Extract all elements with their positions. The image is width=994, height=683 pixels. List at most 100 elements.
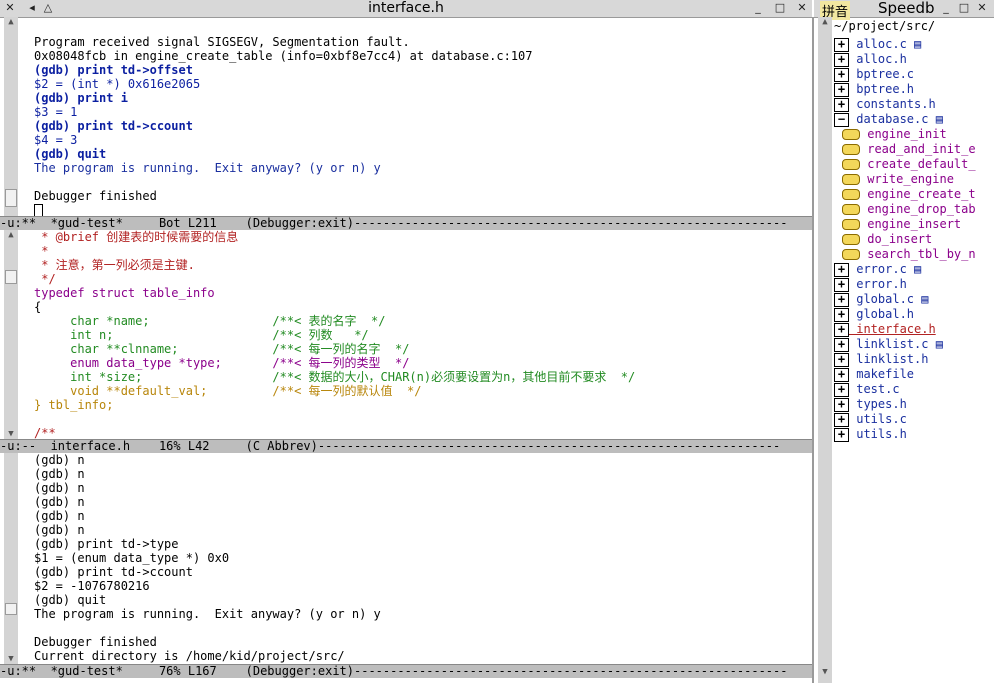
speedbar-file[interactable]: + types.h — [834, 397, 907, 412]
gdb-top-scrollbar[interactable]: ▲ — [4, 17, 18, 216]
speedbar-file[interactable]: + alloc.h — [834, 52, 907, 67]
speedbar-file[interactable]: + error.h — [834, 277, 907, 292]
gdb-top-text[interactable]: Program received signal SIGSEGV, Segment… — [34, 35, 808, 216]
speedbar-close-button[interactable]: ✕ — [976, 2, 988, 14]
speedbar-tag[interactable]: search_tbl_by_n — [842, 247, 976, 261]
minimize-button[interactable]: _ — [752, 2, 764, 14]
speedbar-tag[interactable]: write_engine — [842, 172, 954, 186]
speedbar-file[interactable]: + global.c ▤ — [834, 292, 929, 307]
speedbar-tag[interactable]: create_default_ — [842, 157, 976, 171]
window-titlebar[interactable]: ✕ ◂ △ interface.h _ □ ✕ — [0, 0, 812, 18]
speedbar-item-label: engine_create_t — [860, 187, 976, 201]
expand-icon[interactable]: + — [834, 367, 849, 382]
tag-icon[interactable] — [842, 189, 860, 200]
expand-icon[interactable]: + — [834, 277, 849, 292]
tag-icon[interactable] — [842, 234, 860, 245]
scroll-down-arrow-icon[interactable]: ▼ — [818, 667, 832, 677]
gdb-top-pane[interactable]: ▲ Program received signal SIGSEGV, Segme… — [0, 17, 812, 216]
code-pane[interactable]: ▲ ▼ * @brief 创建表的时候需要的信息 * * 注意，第一列必须是主键… — [0, 230, 812, 439]
gdb-line: $3 = 1 — [34, 105, 78, 119]
speedbar-file[interactable]: + test.c — [834, 382, 900, 397]
scroll-up-arrow-icon[interactable]: ▲ — [4, 17, 18, 27]
speedbar-file[interactable]: + bptree.c — [834, 67, 914, 82]
scrollbar-thumb[interactable] — [5, 189, 17, 207]
collapse-icon[interactable]: − — [834, 112, 849, 127]
speedbar-file[interactable]: + global.h — [834, 307, 914, 322]
speedbar-file[interactable]: + utils.c — [834, 412, 907, 427]
object-file-icon: ▤ — [914, 292, 929, 306]
tag-icon[interactable] — [842, 144, 860, 155]
expand-icon[interactable]: + — [834, 52, 849, 67]
speedbar-file[interactable]: + linklist.c ▤ — [834, 337, 943, 352]
expand-icon[interactable]: + — [834, 97, 849, 112]
gdb-line: (gdb) print i — [34, 91, 128, 105]
speedbar-file[interactable]: + makefile — [834, 367, 914, 382]
modeline-code[interactable]: -u:-- interface.h 16% L42 (C Abbrev)----… — [0, 439, 812, 453]
tag-icon[interactable] — [842, 174, 860, 185]
gdb-bottom-scrollbar[interactable]: ▼ — [4, 453, 18, 664]
scroll-down-arrow-icon[interactable]: ▼ — [4, 429, 18, 439]
code-line: * 注意，第一列必须是主键. — [34, 258, 195, 272]
expand-icon[interactable]: + — [834, 37, 849, 52]
speedbar-tag[interactable]: engine_insert — [842, 217, 961, 231]
expand-icon[interactable]: + — [834, 382, 849, 397]
expand-icon[interactable]: + — [834, 292, 849, 307]
scrollbar-thumb[interactable] — [5, 603, 17, 615]
scroll-down-arrow-icon[interactable]: ▼ — [4, 654, 18, 664]
speedbar-minimize-button[interactable]: _ — [940, 2, 952, 14]
speedbar-file[interactable]: + bptree.h — [834, 82, 914, 97]
speedbar-maximize-button[interactable]: □ — [958, 2, 970, 14]
speedbar-file[interactable]: + constants.h — [834, 97, 936, 112]
close-button[interactable]: ✕ — [796, 2, 808, 14]
code-text[interactable]: * @brief 创建表的时候需要的信息 * * 注意，第一列必须是主键. */… — [34, 230, 808, 439]
tag-icon[interactable] — [842, 204, 860, 215]
expand-icon[interactable]: + — [834, 337, 849, 352]
expand-icon[interactable]: + — [834, 307, 849, 322]
scrollbar-thumb[interactable] — [5, 270, 17, 284]
speedbar-titlebar[interactable]: 拼音 Speedb _ □ ✕ — [814, 0, 994, 20]
speedbar-file[interactable]: + utils.h — [834, 427, 907, 442]
speedbar-file[interactable]: + error.c ▤ — [834, 262, 921, 277]
expand-icon[interactable]: + — [834, 322, 849, 337]
gdb-line: (gdb) n — [34, 481, 85, 495]
tag-icon[interactable] — [842, 129, 860, 140]
expand-icon[interactable]: + — [834, 262, 849, 277]
gdb-line: Debugger finished — [34, 189, 157, 203]
speedbar-tag[interactable]: read_and_init_e — [842, 142, 976, 156]
scroll-up-arrow-icon[interactable]: ▲ — [818, 17, 832, 27]
tag-icon[interactable] — [842, 219, 860, 230]
speedbar-file[interactable]: − database.c ▤ — [834, 112, 943, 127]
tag-icon[interactable] — [842, 249, 860, 260]
code-scrollbar[interactable]: ▲ ▼ — [4, 230, 18, 439]
maximize-button[interactable]: □ — [774, 2, 786, 14]
speedbar-tag[interactable]: engine_create_t — [842, 187, 976, 201]
speedbar-item-label: database.c — [849, 112, 929, 126]
gdb-line: 0x08048fcb in engine_create_table (info=… — [34, 49, 533, 63]
speedbar-tag[interactable]: do_insert — [842, 232, 932, 246]
expand-icon[interactable]: + — [834, 412, 849, 427]
gdb-bottom-pane[interactable]: ▼ (gdb) n (gdb) n (gdb) n (gdb) n (gdb) … — [0, 453, 812, 664]
scroll-up-arrow-icon[interactable]: ▲ — [4, 230, 18, 240]
speedbar-tag[interactable]: engine_drop_tab — [842, 202, 976, 216]
speedbar-scrollbar[interactable]: ▲ ▼ — [818, 17, 832, 683]
gdb-prompt-line[interactable] — [34, 203, 808, 216]
speedbar-path[interactable]: ~/project/src/ — [834, 19, 935, 33]
tag-icon[interactable] — [842, 159, 860, 170]
expand-icon[interactable]: + — [834, 397, 849, 412]
speedbar-file[interactable]: + alloc.c ▤ — [834, 37, 922, 52]
speedbar-item-label: test.c — [849, 382, 900, 396]
expand-icon[interactable]: + — [834, 427, 849, 442]
speedbar-tag[interactable]: engine_init — [842, 127, 947, 141]
code-line: * @brief 创建表的时候需要的信息 — [34, 230, 239, 244]
speedbar-item-label: types.h — [849, 397, 907, 411]
object-file-icon: ▤ — [906, 37, 922, 51]
modeline-gdb-bottom[interactable]: -u:** *gud-test* 76% L167 (Debugger:exit… — [0, 664, 812, 678]
expand-icon[interactable]: + — [834, 352, 849, 367]
speedbar-file[interactable]: + interface.h — [834, 322, 936, 337]
gdb-bottom-text[interactable]: (gdb) n (gdb) n (gdb) n (gdb) n (gdb) n … — [34, 453, 808, 663]
expand-icon[interactable]: + — [834, 67, 849, 82]
speedbar[interactable]: ▲ ▼ ~/project/src/ + alloc.c ▤ + alloc.h +… — [814, 17, 994, 683]
expand-icon[interactable]: + — [834, 82, 849, 97]
modeline-gdb-top[interactable]: -u:** *gud-test* Bot L211 (Debugger:exit… — [0, 216, 812, 230]
speedbar-file[interactable]: + linklist.h — [834, 352, 928, 367]
